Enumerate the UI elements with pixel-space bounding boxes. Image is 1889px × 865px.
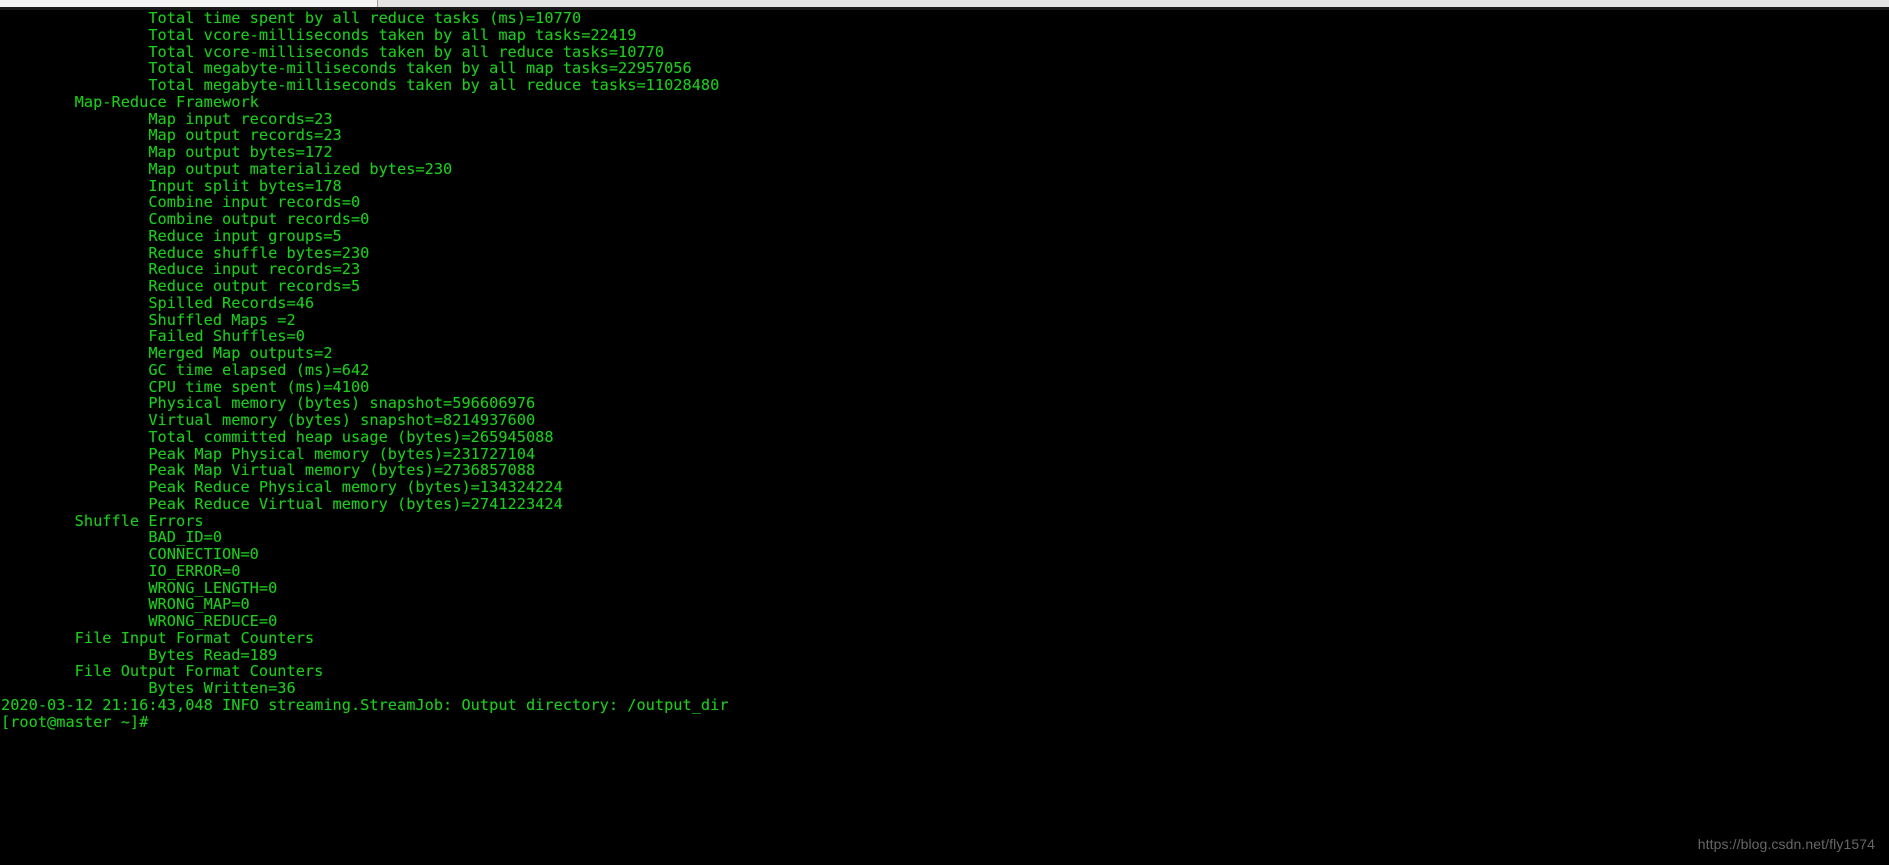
terminal-line: Virtual memory (bytes) snapshot=82149376… xyxy=(1,411,536,429)
terminal-line: Total megabyte-milliseconds taken by all… xyxy=(1,59,692,78)
terminal-line: Total vcore-milliseconds taken by all re… xyxy=(1,42,665,61)
terminal-line: CPU time spent (ms)=4100 xyxy=(1,377,370,396)
terminal-line: Map output materialized bytes=230 xyxy=(1,159,453,178)
terminal-line: Peak Reduce Physical memory (bytes)=1343… xyxy=(1,478,563,496)
window-tab-active[interactable] xyxy=(0,0,378,7)
terminal-line: WRONG_LENGTH=0 xyxy=(1,578,278,597)
terminal-window[interactable]: Total time spent by all reduce tasks (ms… xyxy=(0,10,1889,865)
terminal-line: Combine input records=0 xyxy=(1,193,361,212)
terminal-line: Total vcore-milliseconds taken by all ma… xyxy=(1,25,637,44)
terminal-line: Reduce input records=23 xyxy=(1,260,361,279)
terminal-line: IO_ERROR=0 xyxy=(1,561,241,580)
terminal-line: Peak Reduce Virtual memory (bytes)=27412… xyxy=(1,494,563,513)
terminal-line: GC time elapsed (ms)=642 xyxy=(1,360,370,379)
terminal-line: Total committed heap usage (bytes)=26594… xyxy=(1,427,554,446)
terminal-line: Bytes Read=189 xyxy=(1,645,278,664)
terminal-line: Combine output records=0 xyxy=(1,210,370,228)
terminal-line: Map input records=23 xyxy=(1,109,333,128)
terminal-line: Shuffle Errors xyxy=(1,511,204,530)
terminal-line: CONNECTION=0 xyxy=(1,545,259,563)
terminal-line: Total time spent by all reduce tasks (ms… xyxy=(1,10,582,27)
terminal-line: Total megabyte-milliseconds taken by all… xyxy=(1,76,720,94)
terminal-line: WRONG_MAP=0 xyxy=(1,595,250,614)
terminal-prompt-line[interactable]: [root@master ~]# xyxy=(1,712,1889,731)
terminal-line: Physical memory (bytes) snapshot=5966069… xyxy=(1,394,536,413)
terminal-line: File Input Format Counters xyxy=(1,628,315,647)
terminal-line: Input split bytes=178 xyxy=(1,176,342,195)
terminal-line: Failed Shuffles=0 xyxy=(1,327,305,346)
terminal-line: BAD_ID=0 xyxy=(1,528,223,547)
terminal-line: Spilled Records=46 xyxy=(1,293,315,312)
terminal-line: Reduce input groups=5 xyxy=(1,226,342,245)
terminal-line: Map output bytes=172 xyxy=(1,143,333,161)
terminal-line-job-status: 2020-03-12 21:16:43,048 INFO streaming.S… xyxy=(1,695,729,714)
terminal-line: Shuffled Maps =2 xyxy=(1,310,296,329)
terminal-line: Merged Map outputs=2 xyxy=(1,344,333,362)
shell-prompt: [root@master ~]# xyxy=(1,712,149,731)
terminal-line: Peak Map Virtual memory (bytes)=27368570… xyxy=(1,461,536,480)
watermark-url: https://blog.csdn.net/fly1574 xyxy=(1697,836,1875,852)
terminal-line: Peak Map Physical memory (bytes)=2317271… xyxy=(1,444,536,463)
terminal-cursor xyxy=(148,717,157,731)
terminal-line: Bytes Written=36 xyxy=(1,679,296,697)
terminal-line: Map output records=23 xyxy=(1,126,342,145)
terminal-line: Reduce output records=5 xyxy=(1,277,361,295)
terminal-line: WRONG_REDUCE=0 xyxy=(1,612,278,630)
terminal-line: Reduce shuffle bytes=230 xyxy=(1,243,370,262)
terminal-line: File Output Format Counters xyxy=(1,662,324,681)
terminal-output: Total time spent by all reduce tasks (ms… xyxy=(0,10,1889,730)
terminal-line: Map-Reduce Framework xyxy=(1,92,259,111)
window-chrome-strip xyxy=(0,0,1889,7)
window-tab-bar-rest[interactable] xyxy=(378,0,1889,7)
